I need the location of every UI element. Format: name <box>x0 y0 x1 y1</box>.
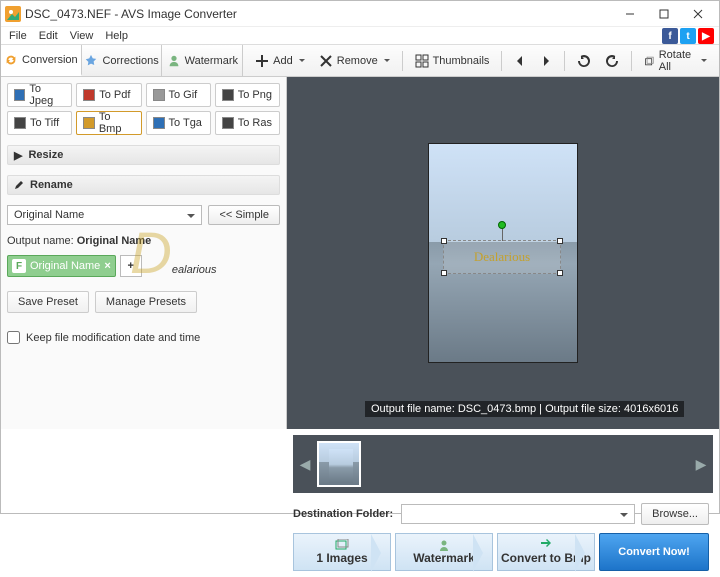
arrow-right-icon <box>540 55 552 67</box>
arrow-right-icon: ▶ <box>14 149 22 162</box>
rotate-handle[interactable] <box>498 221 506 229</box>
resize-handle-nw[interactable] <box>441 238 447 244</box>
plus-icon <box>255 54 269 68</box>
step-images[interactable]: 1 Images <box>293 533 391 571</box>
rotate-all-button[interactable]: Rotate All <box>638 46 713 76</box>
keep-date-label: Keep file modification date and time <box>26 332 200 344</box>
manage-presets-button[interactable]: Manage Presets <box>95 291 197 313</box>
output-info-strip: Output file name: DSC_0473.bmp | Output … <box>365 401 684 417</box>
toolbar-top: Conversion Corrections Watermark Add Rem… <box>1 45 719 77</box>
destination-label: Destination Folder: <box>293 508 393 520</box>
social-links: f t ▶ <box>662 28 714 44</box>
resize-handle-sw[interactable] <box>441 270 447 276</box>
add-tag-button[interactable]: + <box>120 255 142 277</box>
menu-file[interactable]: File <box>5 30 31 42</box>
rename-pattern-select[interactable]: Original Name <box>7 205 202 225</box>
format-bmp[interactable]: To Bmp <box>76 111 141 135</box>
add-label: Add <box>273 55 293 67</box>
conversion-steps: 1 Images Watermark Convert to Bmp Conver… <box>293 533 709 571</box>
tag-remove-icon[interactable]: × <box>104 260 110 272</box>
thumbnails-button[interactable]: Thumbnails <box>409 51 496 71</box>
rotate-all-icon <box>644 54 655 68</box>
convert-now-button[interactable]: Convert Now! <box>599 533 709 571</box>
format-tiff[interactable]: To Tiff <box>7 111 72 135</box>
strip-next-button[interactable]: ▶ <box>695 440 707 488</box>
preview-image[interactable]: Dealarious <box>428 143 578 363</box>
person-icon <box>437 539 451 551</box>
name-tag[interactable]: F Original Name × <box>7 255 116 277</box>
star-icon <box>84 54 98 68</box>
close-button[interactable] <box>681 3 715 25</box>
format-gif[interactable]: To Gif <box>146 83 211 107</box>
menu-view[interactable]: View <box>66 30 98 42</box>
thumbnails-label: Thumbnails <box>433 55 490 67</box>
output-name-label: Output name: Original Name <box>7 235 280 247</box>
caret-down-icon <box>384 59 390 65</box>
minimize-button[interactable] <box>613 3 647 25</box>
tab-corrections[interactable]: Corrections <box>82 45 163 76</box>
tab-conversion[interactable]: Conversion <box>1 45 82 76</box>
maximize-button[interactable] <box>647 3 681 25</box>
arrow-left-icon <box>514 55 526 67</box>
left-panel: To Jpeg To Pdf To Gif To Png To Tiff To … <box>1 77 287 429</box>
app-icon <box>5 6 21 22</box>
rotate-left-button[interactable] <box>571 51 597 71</box>
remove-button[interactable]: Remove <box>313 51 396 71</box>
rotate-right-button[interactable] <box>599 51 625 71</box>
bottom-panel: Destination Folder: Browse... 1 Images W… <box>1 493 719 577</box>
resize-handle-se[interactable] <box>557 270 563 276</box>
resize-handle-ne[interactable] <box>557 238 563 244</box>
watermark-text: Dealarious <box>474 249 530 265</box>
tag-f-icon: F <box>12 259 26 273</box>
tab-conversion-label: Conversion <box>22 54 78 66</box>
rotate-all-label: Rotate All <box>659 49 695 73</box>
person-icon <box>167 54 181 68</box>
rename-section-header[interactable]: Rename <box>7 175 280 195</box>
step-watermark[interactable]: Watermark <box>395 533 493 571</box>
grid-icon <box>415 54 429 68</box>
nav-next-button[interactable] <box>534 52 558 70</box>
format-png[interactable]: To Png <box>215 83 280 107</box>
destination-folder-select[interactable] <box>401 504 635 524</box>
tab-corrections-label: Corrections <box>102 55 158 67</box>
format-pdf[interactable]: To Pdf <box>76 83 141 107</box>
window-title: DSC_0473.NEF - AVS Image Converter <box>25 7 613 21</box>
nav-prev-button[interactable] <box>508 52 532 70</box>
tab-watermark-label: Watermark <box>185 55 238 67</box>
preview-area: Dealarious Output file name: DSC_0473.bm… <box>287 77 719 429</box>
images-icon <box>335 539 349 551</box>
youtube-icon[interactable]: ▶ <box>698 28 714 44</box>
format-tga[interactable]: To Tga <box>146 111 211 135</box>
remove-label: Remove <box>337 55 378 67</box>
caret-down-icon <box>701 59 707 65</box>
menu-edit[interactable]: Edit <box>35 30 62 42</box>
simple-mode-button[interactable]: << Simple <box>208 205 280 225</box>
add-button[interactable]: Add <box>249 51 311 71</box>
browse-button[interactable]: Browse... <box>641 503 709 525</box>
thumbnail-strip: ◀ ▶ <box>293 435 713 493</box>
format-jpeg[interactable]: To Jpeg <box>7 83 72 107</box>
rotate-right-icon <box>605 54 619 68</box>
save-preset-button[interactable]: Save Preset <box>7 291 89 313</box>
strip-prev-button[interactable]: ◀ <box>299 440 311 488</box>
arrows-icon <box>539 539 553 551</box>
pencil-icon <box>14 180 24 190</box>
watermark-box[interactable]: Dealarious <box>443 240 561 274</box>
thumbnail-item[interactable] <box>317 441 361 487</box>
twitter-icon[interactable]: t <box>680 28 696 44</box>
step-convert[interactable]: Convert to Bmp <box>497 533 595 571</box>
resize-section-header[interactable]: ▶ Resize <box>7 145 280 165</box>
menu-help[interactable]: Help <box>101 30 132 42</box>
facebook-icon[interactable]: f <box>662 28 678 44</box>
keep-date-checkbox[interactable] <box>7 331 20 344</box>
menubar: File Edit View Help <box>1 27 719 45</box>
titlebar: DSC_0473.NEF - AVS Image Converter <box>1 1 719 27</box>
format-grid: To Jpeg To Pdf To Gif To Png To Tiff To … <box>7 83 280 135</box>
tab-watermark[interactable]: Watermark <box>162 45 243 76</box>
format-ras[interactable]: To Ras <box>215 111 280 135</box>
caret-down-icon <box>299 59 305 65</box>
rotate-left-icon <box>577 54 591 68</box>
x-icon <box>319 54 333 68</box>
refresh-icon <box>4 53 18 67</box>
